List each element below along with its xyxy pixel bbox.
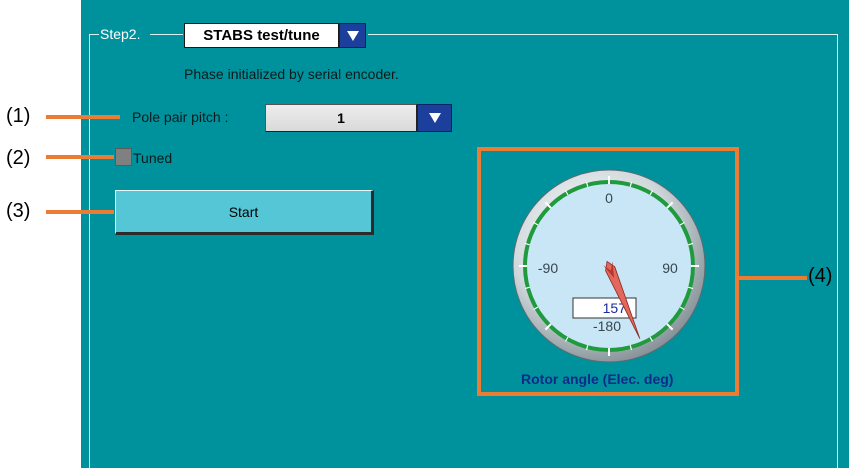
mode-select-dropdown-button[interactable] bbox=[339, 23, 366, 48]
gauge-callout-box bbox=[477, 147, 739, 396]
chevron-down-icon bbox=[346, 30, 359, 41]
pole-pair-dropdown-button[interactable] bbox=[417, 104, 452, 132]
group-border-top-left bbox=[89, 34, 99, 35]
chevron-down-icon bbox=[428, 113, 441, 123]
callout-line-3 bbox=[46, 210, 114, 214]
callout-label-4: (4) bbox=[808, 265, 833, 287]
step2-panel: Step2. STABS test/tune Phase initialized… bbox=[81, 0, 849, 468]
group-border-right bbox=[837, 34, 838, 468]
info-text: Phase initialized by serial encoder. bbox=[184, 66, 399, 82]
start-button-label: Start bbox=[228, 203, 259, 220]
step-label: Step2. bbox=[100, 26, 141, 42]
callout-line-1 bbox=[46, 115, 120, 119]
tuned-checkbox[interactable] bbox=[115, 148, 132, 166]
group-border-top-right bbox=[368, 34, 838, 35]
pole-pair-select[interactable]: 1 bbox=[265, 104, 417, 132]
callout-label-2: (2) bbox=[6, 147, 31, 169]
mode-select-value: STABS test/tune bbox=[203, 27, 320, 44]
mode-select[interactable]: STABS test/tune bbox=[184, 23, 339, 48]
start-button[interactable]: Start bbox=[115, 190, 374, 235]
callout-label-3: (3) bbox=[6, 200, 31, 222]
tuned-label: Tuned bbox=[133, 150, 173, 166]
pole-pair-label: Pole pair pitch : bbox=[132, 109, 229, 125]
pole-pair-value: 1 bbox=[337, 110, 345, 126]
group-border-left bbox=[89, 34, 90, 468]
callout-label-1: (1) bbox=[6, 105, 31, 127]
callout-line-2 bbox=[46, 155, 114, 159]
callout-line-4 bbox=[739, 276, 807, 280]
group-border-top-mid bbox=[150, 34, 183, 35]
